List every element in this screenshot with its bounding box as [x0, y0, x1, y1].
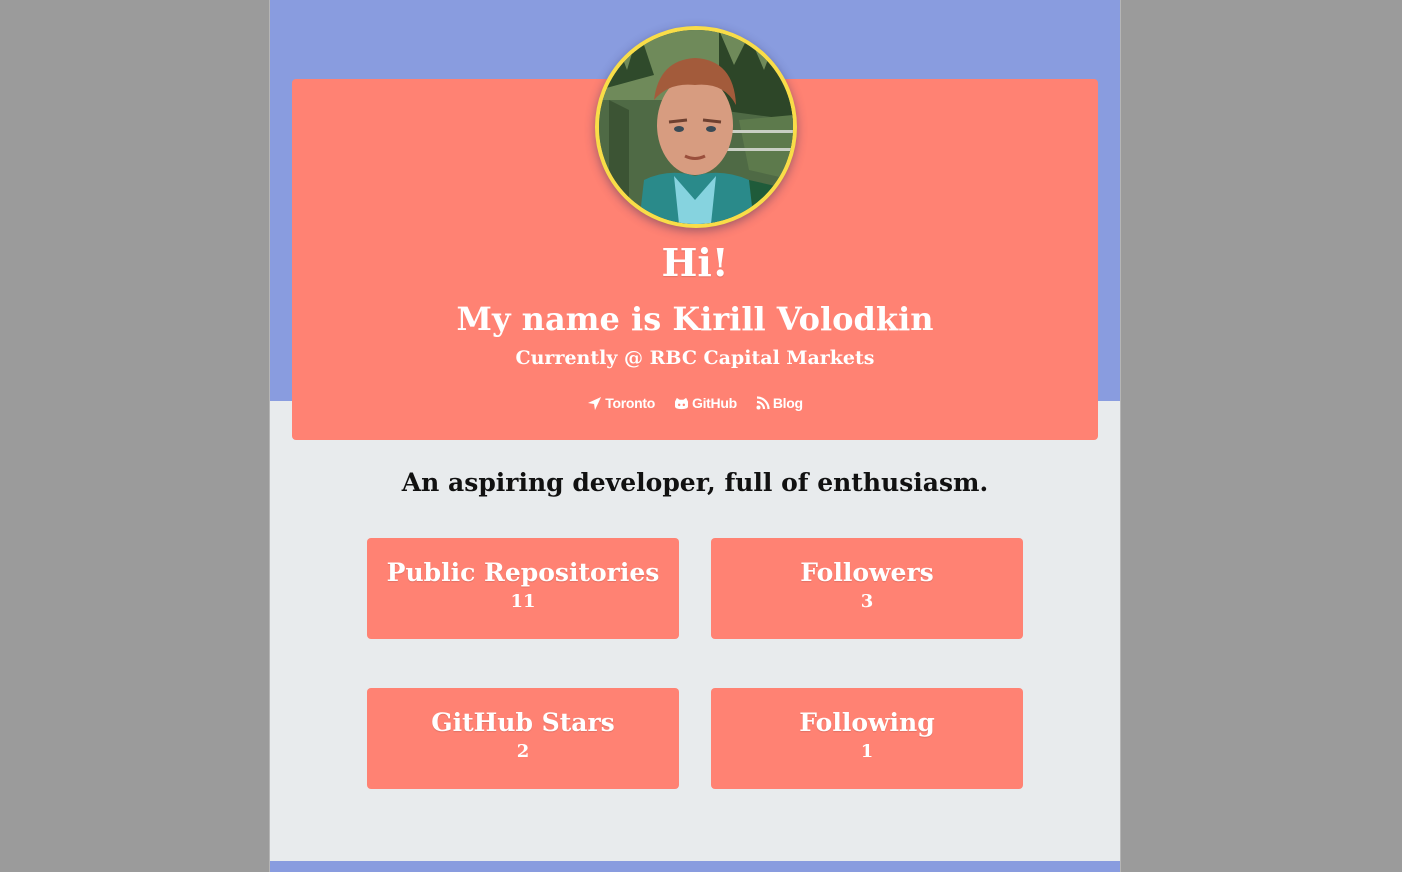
github-icon [674, 397, 688, 409]
github-link-label: GitHub [691, 395, 737, 411]
stat-card-github-stars: GitHub Stars 2 [367, 688, 679, 789]
profile-page: Hi! My name is Kirill Volodkin Currently… [269, 0, 1121, 872]
avatar [595, 26, 797, 228]
profile-links: Toronto GitHub Blog [270, 395, 1120, 411]
profile-photo [599, 30, 793, 224]
greeting-heading: Hi! [661, 240, 729, 285]
stat-card-followers: Followers 3 [711, 538, 1023, 639]
stat-value: 11 [510, 591, 536, 612]
location-link[interactable]: Toronto [587, 395, 655, 411]
github-link[interactable]: GitHub [674, 395, 737, 411]
stat-value: 2 [516, 741, 530, 762]
stat-label: Public Repositories [386, 558, 660, 587]
stat-card-public-repositories: Public Repositories 11 [367, 538, 679, 639]
stat-label: GitHub Stars [431, 708, 615, 737]
tagline: An aspiring developer, full of enthusias… [401, 468, 989, 497]
name-heading: My name is Kirill Volodkin [456, 300, 934, 338]
blog-link-label: Blog [772, 395, 803, 411]
subtitle: Currently @ RBC Capital Markets [515, 347, 875, 369]
rss-icon [756, 396, 770, 410]
stat-value: 1 [860, 741, 874, 762]
footer-band [270, 861, 1120, 872]
location-arrow-icon [588, 396, 602, 410]
location-link-label: Toronto [605, 395, 655, 411]
stat-label: Followers [800, 558, 934, 587]
stat-value: 3 [860, 591, 874, 612]
stat-label: Following [799, 708, 935, 737]
stat-card-following: Following 1 [711, 688, 1023, 789]
blog-link[interactable]: Blog [756, 395, 803, 411]
